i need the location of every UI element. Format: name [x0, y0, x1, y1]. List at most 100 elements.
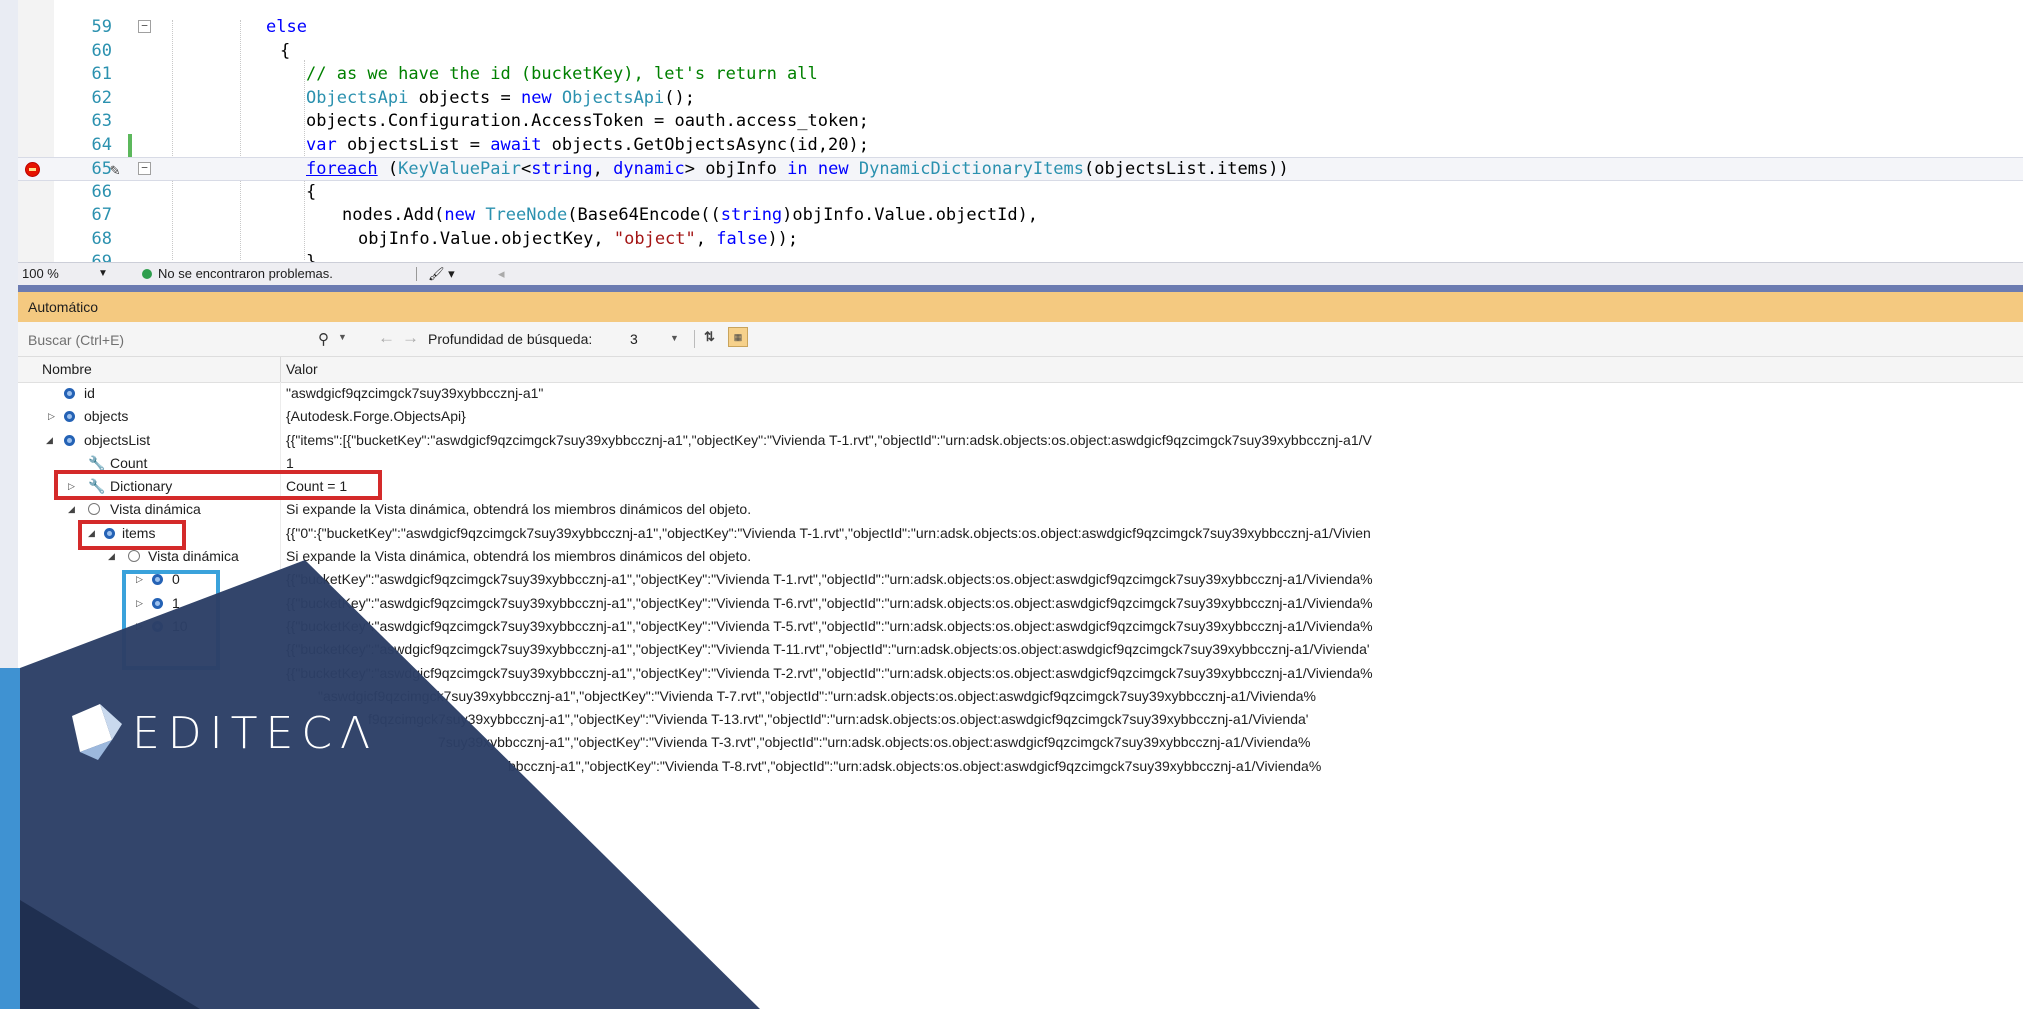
field-icon — [64, 388, 75, 399]
code-text: else — [266, 17, 307, 37]
brush-icon[interactable]: 🖌 ▾ — [428, 263, 455, 285]
hex-display-icon[interactable]: ▦ — [728, 327, 748, 347]
code-text: foreach (KeyValuePair<string, dynamic> o… — [306, 159, 1289, 179]
chevron-down-icon[interactable]: ▼ — [338, 332, 347, 342]
pin-columns-icon[interactable]: ⇅ — [704, 329, 715, 345]
expand-icon[interactable]: ▷ — [48, 405, 55, 428]
code-line[interactable]: 61 // as we have the id (bucketKey), let… — [18, 63, 2023, 87]
table-row[interactable]: ▷ 1 {{"bucketKey":"aswdgicf9qzcimgck7suy… — [18, 592, 2023, 615]
dynamic-view-icon — [128, 550, 140, 563]
variable-value[interactable]: "aswdgicf9qzcimgck7suy39xybbccznj-a1","o… — [318, 685, 1316, 708]
search-input[interactable] — [26, 328, 310, 352]
code-text: ObjectsApi objects = new ObjectsApi(); — [306, 87, 695, 108]
table-row[interactable]: ▷ 0 {{"bucketKey":"aswdgicf9qzcimgck7suy… — [18, 568, 2023, 591]
check-circle-icon — [142, 269, 152, 279]
window-title: Automático — [28, 299, 99, 315]
issues-status[interactable]: No se encontraron problemas. — [158, 263, 333, 285]
collapse-icon[interactable]: − — [138, 162, 151, 175]
code-line[interactable]: 64 var objectsList = await objects.GetOb… — [18, 133, 2023, 158]
line-number: 60 — [91, 40, 112, 61]
table-row[interactable]: ◢ objectsList {{"items":[{"bucketKey":"a… — [18, 429, 2023, 452]
code-text: objInfo.Value.objectKey, "object", false… — [358, 228, 799, 249]
back-arrow-icon[interactable]: ← — [378, 328, 395, 348]
chevron-down-icon[interactable]: ▼ — [670, 333, 679, 343]
variable-value[interactable]: {{"bucketKey":"aswdgicf9qzcimgck7suy39xy… — [286, 615, 1373, 638]
highlight-box-items — [78, 520, 186, 550]
variable-value[interactable]: bbccznj-a1","objectKey":"Vivienda T-8.rv… — [508, 755, 1321, 778]
breakpoint-icon[interactable] — [26, 163, 39, 176]
highlight-box-children — [122, 570, 220, 670]
line-number: 64 — [91, 134, 112, 155]
collapse-icon[interactable]: ◢ — [46, 429, 53, 452]
variable-value[interactable]: {{"bucketKey":"aswdgicf9qzcimgck7suy39xy… — [286, 568, 1373, 591]
table-row[interactable]: {{"bucketKey":"aswdgicf9qzcimgck7suy39xy… — [18, 638, 2023, 661]
code-text: { — [280, 40, 291, 61]
collapse-icon[interactable]: − — [138, 20, 151, 33]
variable-value[interactable]: {{"bucketKey":"aswdgicf9qzcimgck7suy39xy… — [286, 592, 1373, 615]
variable-value[interactable]: 7suy39xybbccznj-a1","objectKey":"Viviend… — [438, 731, 1310, 754]
code-line[interactable]: 67 nodes.Add(new TreeNode(Base64Encode((… — [18, 204, 2023, 228]
forward-arrow-icon[interactable]: → — [402, 328, 419, 348]
banner-edge — [0, 668, 20, 1009]
variable-name: id — [84, 385, 95, 401]
field-icon — [64, 411, 75, 423]
edit-pencil-icon: ✎ — [110, 160, 120, 179]
divider — [694, 330, 695, 348]
current-statement-line[interactable]: 65 ✎ − foreach (KeyValuePair<string, dyn… — [18, 157, 2023, 181]
line-number: 59 — [91, 17, 112, 37]
variable-value[interactable]: {Autodesk.Forge.ObjectsApi} — [286, 405, 466, 428]
column-divider[interactable] — [280, 357, 281, 382]
table-row[interactable]: ▷ 10 {{"bucketKey":"aswdgicf9qzcimgck7su… — [18, 615, 2023, 638]
table-row[interactable]: ◢ items {{"0":{"bucketKey":"aswdgicf9qzc… — [18, 522, 2023, 545]
scroll-left-icon[interactable]: ◂ — [498, 263, 505, 285]
autos-window-title[interactable]: Automático — [18, 292, 2023, 322]
splitter[interactable] — [18, 285, 2023, 292]
line-number: 63 — [91, 111, 112, 131]
table-row[interactable]: "aswdgicf9qzcimgck7suy39xybbccznj-a1","o… — [18, 685, 2023, 708]
code-line[interactable]: 63 objects.Configuration.AccessToken = o… — [18, 110, 2023, 134]
table-row[interactable]: ▷ objects {Autodesk.Forge.ObjectsApi} — [18, 405, 2023, 428]
highlight-box-dictionary — [54, 470, 382, 500]
line-number: 62 — [91, 87, 112, 108]
variable-name: objectsList — [84, 431, 151, 448]
dynamic-view-icon — [88, 503, 100, 516]
variable-value[interactable]: {{"bucketKey":"aswdgicf9qzcimgck7suy39xy… — [286, 638, 1370, 661]
code-line[interactable]: 62 ObjectsApi objects = new ObjectsApi()… — [18, 87, 2023, 111]
line-number: 68 — [91, 228, 112, 249]
variable-value[interactable]: "aswdgicf9qzcimgck7suy39xybbccznj-a1" — [286, 382, 543, 405]
column-header-name[interactable]: Nombre — [42, 357, 92, 382]
code-text: var objectsList = await objects.GetObjec… — [306, 134, 869, 155]
table-row[interactable]: ◢ Vista dinámica Si expande la Vista din… — [18, 545, 2023, 568]
table-row[interactable]: ◢ Vista dinámica Si expande la Vista din… — [18, 498, 2023, 521]
variable-name: Vista dinámica — [110, 501, 201, 518]
collapse-icon[interactable]: ◢ — [68, 498, 75, 521]
search-icon[interactable]: ⚲ — [318, 330, 329, 348]
line-number: 66 — [91, 181, 112, 202]
code-text: nodes.Add(new TreeNode(Base64Encode((str… — [342, 205, 1039, 225]
chevron-down-icon[interactable]: ▼ — [98, 263, 108, 285]
line-number: 61 — [91, 64, 112, 84]
table-row[interactable]: {{"bucketKey":"aswdgicf9qzcimgck7suy39xy… — [18, 662, 2023, 685]
code-line[interactable]: 59 − else — [18, 16, 2023, 40]
code-editor[interactable]: 59 − else 60 { 61 // as we have the id (… — [18, 0, 2023, 263]
variable-value[interactable]: f9qzcimgck7suy39xybbccznj-a1","objectKey… — [368, 708, 1308, 731]
variable-value[interactable]: {{"0":{"bucketKey":"aswdgicf9qzcimgck7su… — [286, 522, 1371, 545]
screenshot-frame: 59 − else 60 { 61 // as we have the id (… — [18, 0, 2023, 1009]
zoom-level[interactable]: 100 % — [22, 263, 59, 285]
variable-value[interactable]: {{"items":[{"bucketKey":"aswdgicf9qzcimg… — [286, 429, 1372, 452]
code-line[interactable]: 68 objInfo.Value.objectKey, "object", fa… — [18, 228, 2023, 252]
autos-toolbar: ⚲ ▼ ← → Profundidad de búsqueda: 3 ▼ ⇅ ▦ — [18, 322, 2023, 357]
column-header-value[interactable]: Valor — [286, 357, 318, 382]
code-line[interactable]: 60 { — [18, 40, 2023, 64]
variable-value[interactable]: {{"bucketKey":"aswdgicf9qzcimgck7suy39xy… — [286, 662, 1373, 685]
field-icon — [64, 434, 75, 446]
brand-logo-text: EDITECΛ — [132, 708, 379, 759]
code-text: { — [306, 181, 317, 202]
table-row[interactable]: id "aswdgicf9qzcimgck7suy39xybbccznj-a1" — [18, 382, 2023, 405]
variable-value[interactable]: Si expande la Vista dinámica, obtendrá l… — [286, 545, 751, 568]
search-depth-select[interactable]: 3 — [630, 331, 638, 347]
variable-value[interactable]: Si expande la Vista dinámica, obtendrá l… — [286, 498, 751, 521]
divider — [416, 267, 417, 281]
search-depth-label: Profundidad de búsqueda: — [428, 331, 593, 347]
code-line[interactable]: 66 { — [18, 181, 2023, 205]
